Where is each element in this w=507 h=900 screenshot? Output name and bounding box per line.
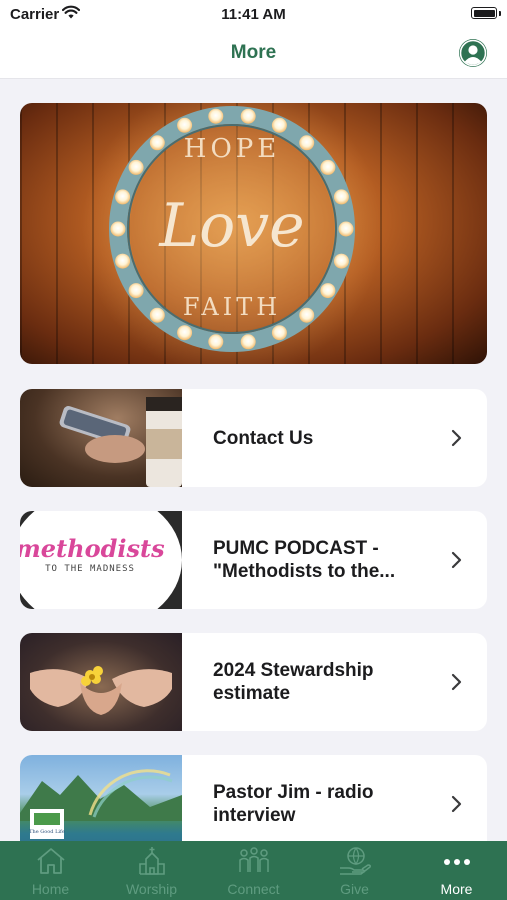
chevron-right-icon (451, 551, 462, 569)
marquee-bulb (240, 108, 256, 124)
give-hand-globe-icon (340, 847, 371, 875)
tab-connect[interactable]: Connect (203, 841, 304, 900)
chevron-right-icon (451, 673, 462, 691)
marquee-bulb (271, 117, 287, 133)
marquee-bulb (149, 307, 165, 323)
church-icon (139, 847, 165, 875)
marquee-bulb (115, 189, 131, 205)
marquee-bulb (333, 189, 349, 205)
chevron-right-icon (451, 429, 462, 447)
page-title: More (230, 42, 277, 63)
marquee-bulb (208, 334, 224, 350)
marquee-bulb (320, 283, 336, 299)
stewardship-thumbnail (20, 633, 182, 731)
marquee-bulb (240, 334, 256, 350)
tab-bar: Home Worship Connect Give More (0, 841, 507, 900)
marquee-bulb (338, 221, 354, 237)
hero-text-love: Love (158, 191, 304, 261)
marquee-bulb (115, 253, 131, 269)
list-item-title: Pastor Jim - radio interview (213, 782, 374, 826)
marquee-bulb (299, 307, 315, 323)
list-item-podcast[interactable]: methodists TO THE MADNESS PUMC PODCAST -… (20, 511, 487, 609)
marquee-bulb (128, 159, 144, 175)
tab-label: Connect (227, 881, 280, 897)
podcast-logo-subtitle: TO THE MADNESS (45, 564, 135, 574)
hero-banner: HOPE Love FAITH (20, 103, 487, 364)
marquee-bulb (320, 159, 336, 175)
tab-worship[interactable]: Worship (101, 841, 202, 900)
more-dots-icon (444, 859, 470, 865)
status-bar: Carrier 11:41 AM (0, 0, 507, 30)
podcast-thumbnail: methodists TO THE MADNESS (20, 511, 182, 609)
tab-more[interactable]: More (406, 841, 507, 900)
battery-icon (471, 7, 497, 19)
marquee-bulb (271, 325, 287, 341)
more-content[interactable]: HOPE Love FAITH Contact Us methodists TO… (0, 79, 507, 841)
tab-label: Worship (125, 881, 178, 897)
hope-love-faith-sign: HOPE Love FAITH (82, 103, 382, 364)
marquee-bulb (333, 253, 349, 269)
marquee-bulb (177, 325, 193, 341)
clock: 11:41 AM (221, 6, 286, 23)
people-icon (239, 847, 269, 872)
person-circle-icon (459, 39, 487, 67)
nav-bar: More (0, 30, 507, 79)
marquee-bulb (128, 283, 144, 299)
marquee-bulb (208, 108, 224, 124)
hero-text-hope: HOPE (184, 134, 280, 164)
list-item-pastor-jim[interactable]: The Good Life Pastor Jim - radio intervi… (20, 755, 487, 841)
tab-label: Give (340, 881, 369, 897)
home-icon (37, 848, 65, 874)
chevron-right-icon (451, 795, 462, 813)
contact-thumbnail (20, 389, 182, 487)
list-item-title: PUMC PODCAST - "Methodists to the... (213, 538, 396, 582)
tab-label: More (440, 881, 473, 897)
marquee-bulb (299, 135, 315, 151)
marquee-bulb (149, 135, 165, 151)
tab-give[interactable]: Give (304, 841, 405, 900)
battery-cap (499, 11, 501, 16)
list-item-stewardship[interactable]: 2024 Stewardship estimate (20, 633, 487, 731)
tab-home[interactable]: Home (0, 841, 101, 900)
marquee-bulb (110, 221, 126, 237)
pastor-jim-thumbnail: The Good Life (20, 755, 182, 841)
podcast-logo-methodists: methodists (20, 534, 165, 563)
profile-button[interactable] (459, 39, 487, 67)
tab-label: Home (31, 881, 70, 897)
list-item-contact-us[interactable]: Contact Us (20, 389, 487, 487)
list-item-title: 2024 Stewardship estimate (213, 660, 374, 704)
hero-text-faith: FAITH (183, 293, 281, 321)
list-item-title: Contact Us (213, 427, 314, 449)
marquee-bulb (177, 117, 193, 133)
radio-show-badge: The Good Life (29, 829, 65, 835)
